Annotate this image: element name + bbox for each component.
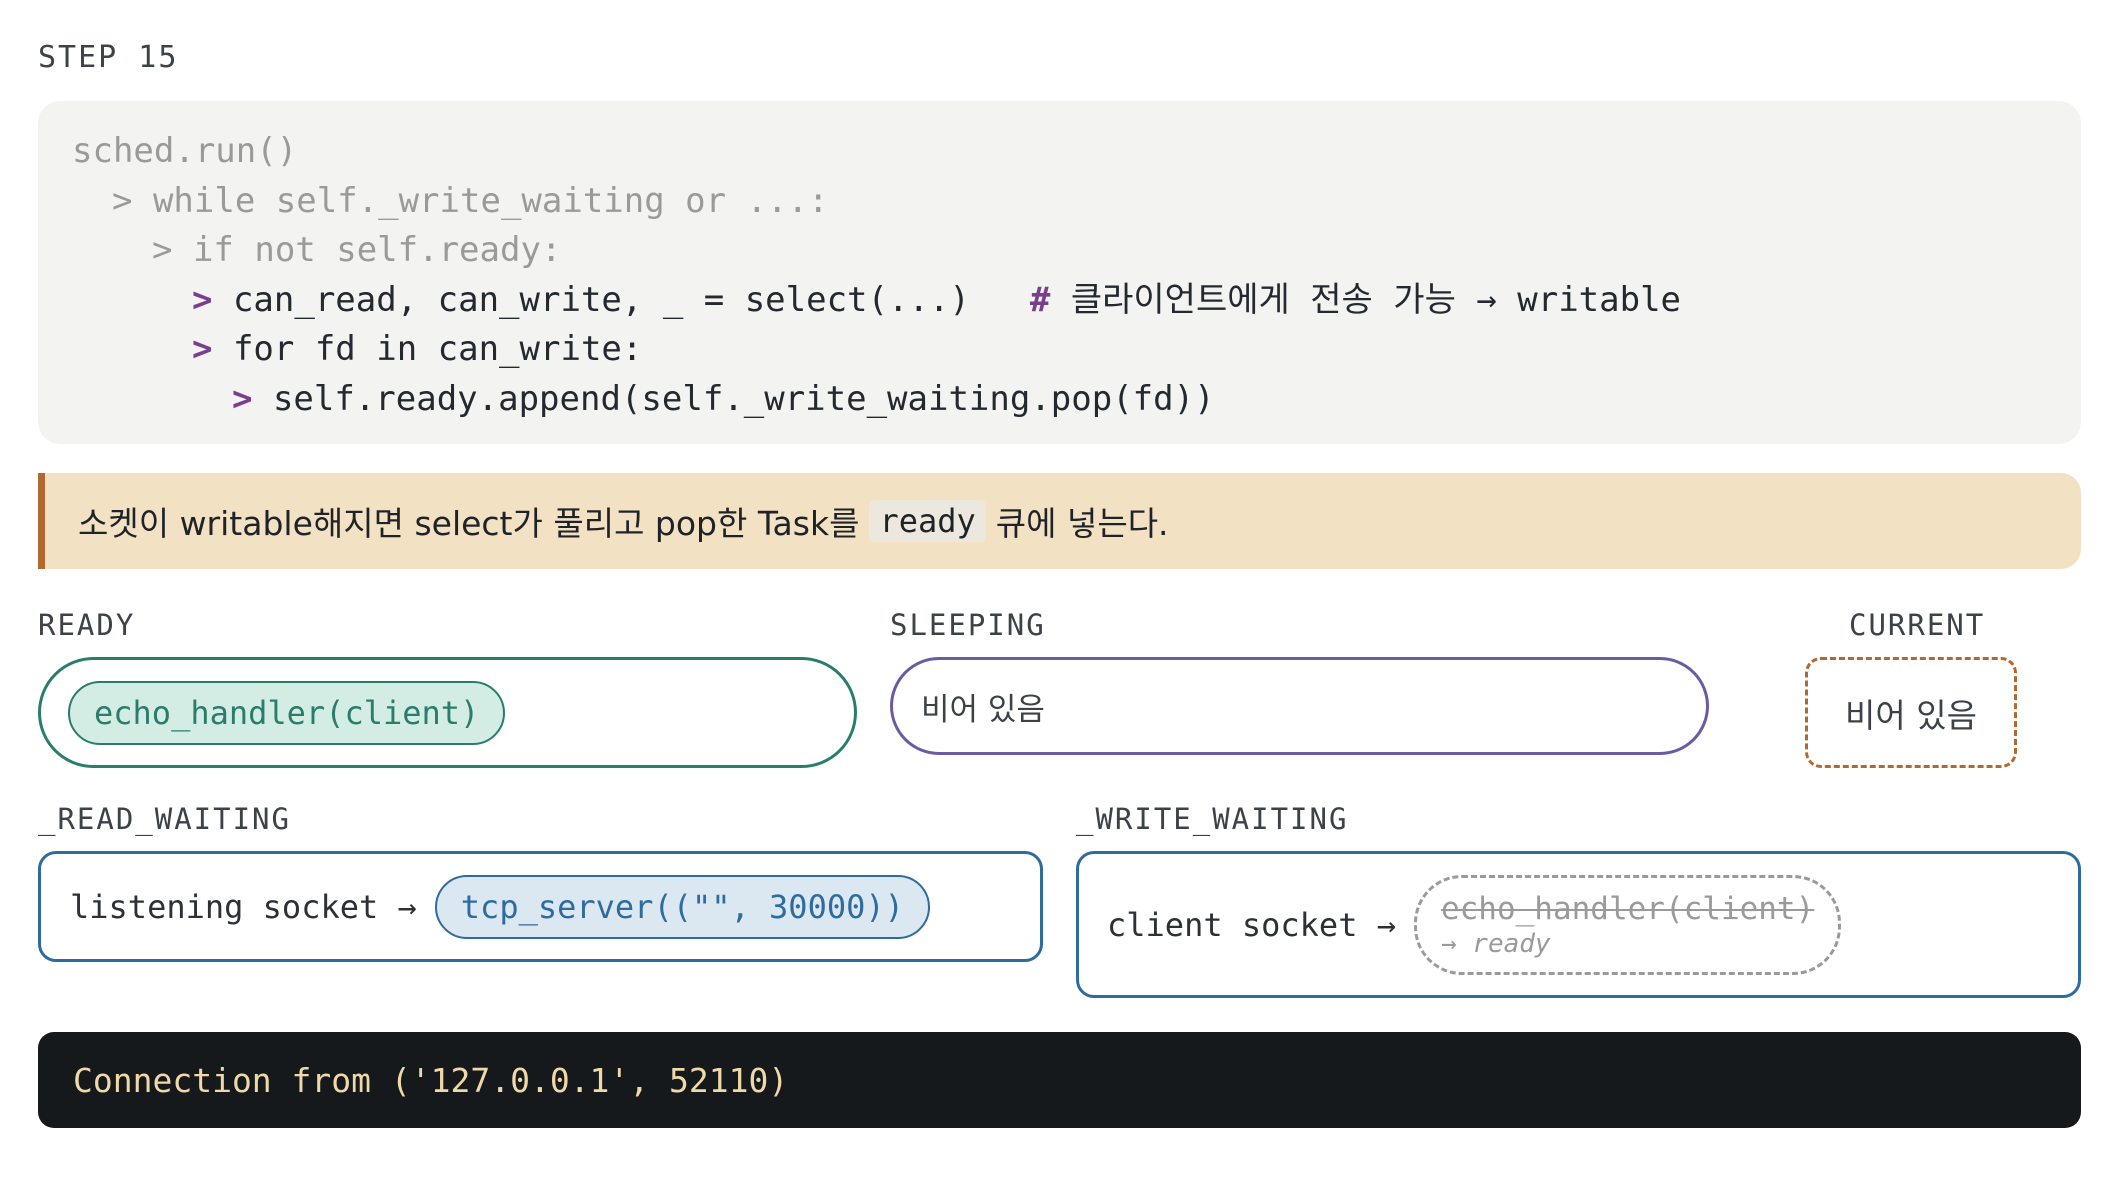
step-arrow-icon: >	[112, 180, 153, 221]
callout-text-before: 소켓이 writable해지면 select가 풀리고 pop한 Task를	[78, 504, 860, 543]
step-label: STEP 15	[38, 40, 179, 75]
explanation-callout: 소켓이 writable해지면 select가 풀리고 pop한 Task를 r…	[38, 473, 2081, 569]
code-text: for fd in can_write:	[232, 329, 643, 369]
code-text: if not self.ready:	[192, 230, 562, 270]
callout-text-after: 큐에 넣는다.	[995, 504, 1169, 543]
read-waiting-queue: listening socket → tcp_server(("", 30000…	[38, 851, 1043, 962]
code-text: while self._write_waiting or ...:	[152, 180, 829, 221]
code-comment: 클라이언트에게 전송 가능 → writable	[1050, 279, 1682, 320]
comment-hash: #	[1029, 279, 1051, 320]
code-line: > self.ready.append(self._write_waiting.…	[72, 375, 2047, 425]
read-waiting-label: _READ_WAITING	[38, 802, 291, 836]
current-empty-text: 비어 있음	[1845, 695, 1977, 735]
listening-socket-label: listening socket →	[70, 887, 417, 926]
terminal-output: Connection from ('127.0.0.1', 52110)	[38, 1032, 2081, 1128]
code-block: sched.run() > while self._write_waiting …	[38, 101, 2081, 444]
code-line: > if not self.ready:	[72, 226, 2047, 276]
callout-inline-code: ready	[869, 500, 986, 542]
code-line: > while self._write_waiting or ...:	[72, 177, 2047, 227]
code-line: > for fd in can_write:	[72, 325, 2047, 375]
read-waiting-task-pill[interactable]: tcp_server(("", 30000))	[434, 874, 930, 939]
code-text: self.ready.append(self._write_waiting.po…	[272, 378, 1215, 419]
sleeping-empty-text: 비어 있음	[921, 691, 1045, 728]
step-arrow-icon: >	[232, 378, 273, 419]
write-waiting-label: _WRITE_WAITING	[1076, 802, 1349, 836]
moved-task-pill[interactable]: echo_handler(client) → ready	[1413, 874, 1842, 975]
client-socket-label: client socket →	[1107, 905, 1396, 944]
code-line: sched.run()	[72, 127, 2047, 177]
terminal-text: Connection from ('127.0.0.1', 52110)	[73, 1060, 789, 1100]
step-arrow-icon: >	[152, 230, 193, 270]
sleeping-queue: 비어 있음	[890, 657, 1709, 755]
code-text: can_read, can_write, _ = select(...)	[232, 279, 970, 320]
current-task-box: 비어 있음	[1805, 657, 2017, 768]
ready-task-pill[interactable]: echo_handler(client)	[68, 680, 506, 745]
write-waiting-queue: client socket → echo_handler(client) → r…	[1076, 851, 2081, 998]
step-arrow-icon: >	[192, 279, 233, 320]
moved-task-note: → ready	[1440, 928, 1551, 959]
ready-queue-label: READY	[38, 608, 136, 642]
ready-queue: echo_handler(client)	[38, 657, 857, 768]
code-line: > can_read, can_write, _ = select(...) # …	[72, 276, 2047, 326]
sleeping-queue-label: SLEEPING	[890, 608, 1046, 642]
current-label: CURRENT	[1849, 608, 1986, 642]
code-text: sched.run()	[72, 131, 298, 171]
step-arrow-icon: >	[192, 329, 233, 369]
moved-task-name: echo_handler(client)	[1440, 890, 1815, 927]
